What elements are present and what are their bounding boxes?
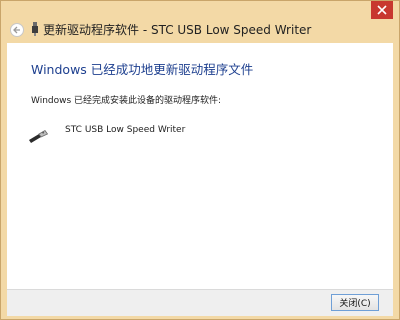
close-icon [377, 5, 387, 15]
window-title: 更新驱动程序软件 - STC USB Low Speed Writer [43, 23, 312, 37]
description-text: Windows 已经完成安装此设备的驱动程序软件: [31, 96, 222, 106]
page-heading: Windows 已经成功地更新驱动程序文件 [31, 62, 254, 77]
usb-icon [32, 22, 38, 36]
title-bar: 更新驱动程序软件 - STC USB Low Speed Writer [1, 1, 399, 39]
close-button[interactable]: 关闭(C) [331, 294, 379, 311]
device-name: STC USB Low Speed Writer [65, 125, 186, 135]
dialog-window: 更新驱动程序软件 - STC USB Low Speed Writer Wind… [0, 0, 400, 320]
window-close-button[interactable] [371, 1, 393, 19]
back-button[interactable] [10, 23, 24, 37]
content-panel: Windows 已经成功地更新驱动程序文件 Windows 已经完成安装此设备的… [7, 43, 393, 289]
dialog-footer: 关闭(C) [7, 289, 393, 316]
usb-plug-icon [29, 129, 49, 143]
back-arrow-icon [13, 26, 20, 34]
